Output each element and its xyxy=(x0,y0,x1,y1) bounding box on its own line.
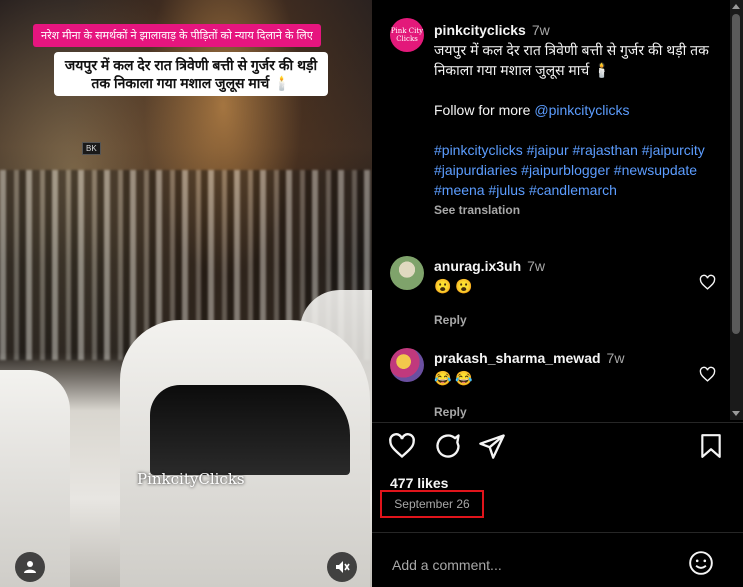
comments-scroll-area[interactable]: Pink City Clicks pinkcityclicks 7w जयपुर … xyxy=(372,0,732,420)
likes-count[interactable]: 477 likes xyxy=(390,475,448,491)
scrollbar[interactable] xyxy=(730,0,743,420)
emoji-smiley-icon[interactable] xyxy=(688,550,714,576)
reply-button[interactable]: Reply xyxy=(434,402,684,420)
post-actions-bar xyxy=(372,432,732,468)
comment-body: anurag.ix3uh 7w 😮 😮 Reply xyxy=(434,256,684,330)
reply-button[interactable]: Reply xyxy=(434,310,684,330)
comment-text: 😂 😂 xyxy=(434,370,473,386)
like-comment-heart-icon[interactable] xyxy=(699,366,716,383)
author-avatar-logo: Pink City Clicks xyxy=(390,27,424,43)
post-media[interactable]: BK नरेश मीना के समर्थकों ने झालावाड़ के … xyxy=(0,0,372,587)
mute-button[interactable] xyxy=(327,552,357,582)
shop-sign: BK xyxy=(82,142,101,155)
comment-time: 7w xyxy=(527,258,546,274)
caption-text: जयपुर में कल देर रात त्रिवेणी बत्ती से ग… xyxy=(434,42,709,78)
follow-text: Follow for more xyxy=(434,102,535,118)
date-highlight-box: September 26 xyxy=(380,490,484,518)
comment-bubble-icon[interactable] xyxy=(434,432,462,460)
author-avatar[interactable]: Pink City Clicks xyxy=(390,18,424,52)
user-icon xyxy=(24,561,36,573)
follow-handle-link[interactable]: @pinkcityclicks xyxy=(534,102,629,118)
video-banner-top: नरेश मीना के समर्थकों ने झालावाड़ के पीड… xyxy=(33,24,321,47)
see-translation-link[interactable]: See translation xyxy=(434,200,724,220)
hashtags[interactable]: #pinkcityclicks #jaipur #rajasthan #jaip… xyxy=(434,140,724,200)
comment-item: anurag.ix3uh 7w 😮 😮 Reply xyxy=(390,256,716,327)
comment-time: 7w xyxy=(606,350,625,366)
scrollbar-thumb[interactable] xyxy=(732,14,740,334)
like-comment-heart-icon[interactable] xyxy=(699,274,716,291)
car-windshield xyxy=(150,385,350,475)
post-caption: pinkcityclicks 7w जयपुर में कल देर रात त्… xyxy=(434,20,724,220)
commenter-username[interactable]: prakash_sharma_mewad xyxy=(434,350,601,366)
share-paper-plane-icon[interactable] xyxy=(478,432,506,460)
commenter-avatar[interactable] xyxy=(390,256,424,290)
comment-body: prakash_sharma_mewad 7w 😂 😂 Reply xyxy=(434,348,684,420)
author-username[interactable]: pinkcityclicks xyxy=(434,22,526,38)
comment-item: prakash_sharma_mewad 7w 😂 😂 Reply xyxy=(390,348,716,420)
comment-text: 😮 😮 xyxy=(434,278,473,294)
video-banner-title: जयपुर में कल देर रात त्रिवेणी बत्ती से ग… xyxy=(54,52,328,96)
video-watermark: PinkcityClicks xyxy=(137,470,245,488)
like-heart-icon[interactable] xyxy=(388,432,416,460)
muted-speaker-icon xyxy=(336,561,350,573)
add-comment-input[interactable] xyxy=(390,549,664,581)
tagged-user-button[interactable] xyxy=(15,552,45,582)
actions-divider xyxy=(372,422,743,423)
post-details-panel: Pink City Clicks pinkcityclicks 7w जयपुर … xyxy=(372,0,743,587)
post-date[interactable]: September 26 xyxy=(394,497,469,511)
add-comment-bar xyxy=(372,545,743,587)
commenter-avatar[interactable] xyxy=(390,348,424,382)
comment-input-divider xyxy=(372,532,743,533)
post-time[interactable]: 7w xyxy=(532,22,550,38)
scroll-up-arrow-icon[interactable] xyxy=(732,4,740,9)
scroll-down-arrow-icon[interactable] xyxy=(732,411,740,416)
commenter-username[interactable]: anurag.ix3uh xyxy=(434,258,521,274)
save-bookmark-icon[interactable] xyxy=(698,432,724,460)
